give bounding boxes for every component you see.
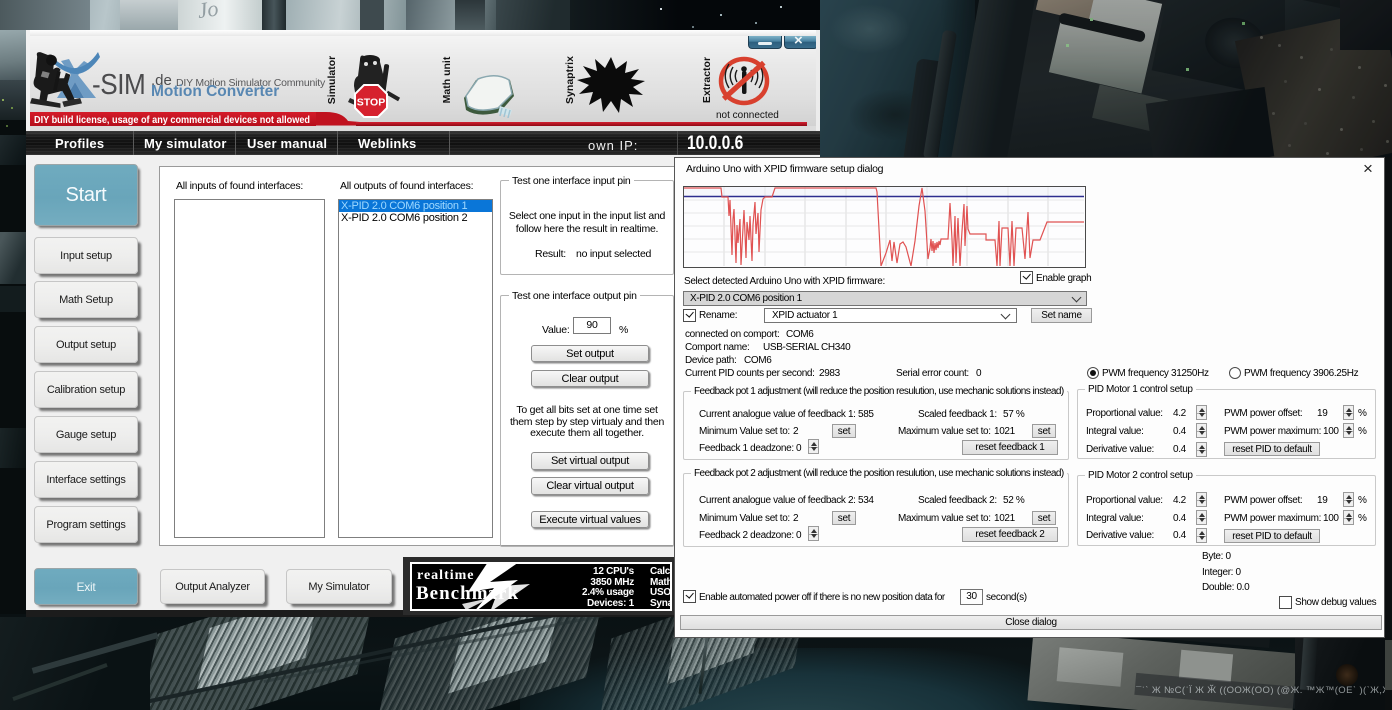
- svg-text:STOP: STOP: [357, 97, 385, 109]
